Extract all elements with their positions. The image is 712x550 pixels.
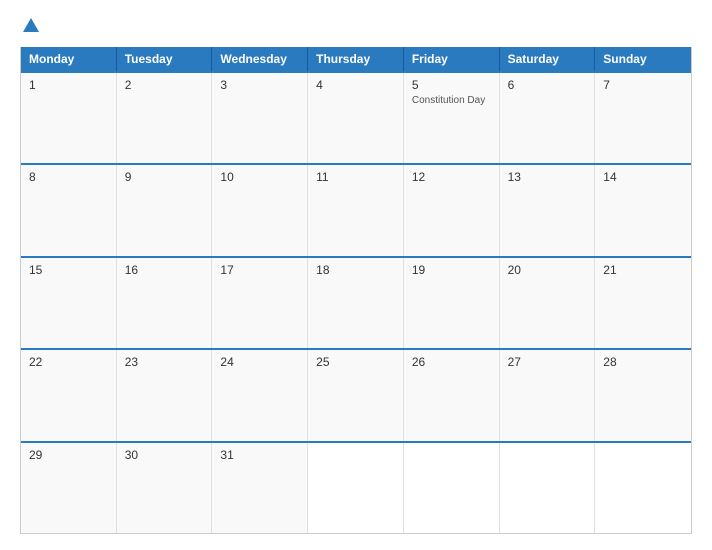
col-monday: Monday [21, 47, 117, 71]
table-row [404, 443, 500, 533]
day-number: 17 [220, 263, 299, 277]
col-wednesday: Wednesday [212, 47, 308, 71]
day-number: 2 [125, 78, 204, 92]
table-row [595, 443, 691, 533]
calendar-week-5: 29 30 31 [21, 441, 691, 533]
calendar-week-2: 8 9 10 11 12 13 14 [21, 163, 691, 255]
page-header [20, 16, 692, 39]
day-number: 27 [508, 355, 587, 369]
day-number: 11 [316, 170, 395, 184]
table-row: 24 [212, 350, 308, 440]
day-number: 15 [29, 263, 108, 277]
table-row: 5 Constitution Day [404, 73, 500, 163]
calendar-body: 12345Constitution Day6789101112131415161… [21, 71, 691, 533]
table-row: 17 [212, 258, 308, 348]
table-row: 4 [308, 73, 404, 163]
calendar-page: Monday Tuesday Wednesday Thursday Friday… [0, 0, 712, 550]
calendar-week-3: 15 16 17 18 19 20 21 [21, 256, 691, 348]
table-row: 20 [500, 258, 596, 348]
day-number: 25 [316, 355, 395, 369]
calendar-week-4: 22 23 24 25 26 27 28 [21, 348, 691, 440]
table-row: 13 [500, 165, 596, 255]
day-number: 30 [125, 448, 204, 462]
day-number: 31 [220, 448, 299, 462]
day-number: 12 [412, 170, 491, 184]
table-row: 10 [212, 165, 308, 255]
table-row [308, 443, 404, 533]
day-number: 8 [29, 170, 108, 184]
day-number: 3 [220, 78, 299, 92]
table-row: 14 [595, 165, 691, 255]
day-number: 22 [29, 355, 108, 369]
table-row: 21 [595, 258, 691, 348]
day-number: 18 [316, 263, 395, 277]
table-row: 2 [117, 73, 213, 163]
day-number: 14 [603, 170, 683, 184]
table-row: 26 [404, 350, 500, 440]
table-row: 12 [404, 165, 500, 255]
col-thursday: Thursday [308, 47, 404, 71]
col-saturday: Saturday [500, 47, 596, 71]
day-number: 7 [603, 78, 683, 92]
table-row: 31 [212, 443, 308, 533]
day-number: 28 [603, 355, 683, 369]
col-friday: Friday [404, 47, 500, 71]
col-tuesday: Tuesday [117, 47, 213, 71]
day-number: 23 [125, 355, 204, 369]
day-number: 10 [220, 170, 299, 184]
table-row: 28 [595, 350, 691, 440]
table-row: 29 [21, 443, 117, 533]
table-row: 18 [308, 258, 404, 348]
table-row: 3 [212, 73, 308, 163]
day-number: 16 [125, 263, 204, 277]
day-number: 13 [508, 170, 587, 184]
table-row: 23 [117, 350, 213, 440]
logo-triangle-icon [22, 16, 40, 34]
day-event: Constitution Day [412, 94, 491, 107]
calendar-header: Monday Tuesday Wednesday Thursday Friday… [21, 47, 691, 71]
table-row: 19 [404, 258, 500, 348]
table-row: 1 [21, 73, 117, 163]
table-row: 15 [21, 258, 117, 348]
table-row: 22 [21, 350, 117, 440]
day-number: 29 [29, 448, 108, 462]
day-number: 20 [508, 263, 587, 277]
day-number: 6 [508, 78, 587, 92]
day-number: 21 [603, 263, 683, 277]
day-number: 1 [29, 78, 108, 92]
table-row: 11 [308, 165, 404, 255]
table-row: 25 [308, 350, 404, 440]
table-row: 9 [117, 165, 213, 255]
day-number: 5 [412, 78, 491, 92]
table-row: 7 [595, 73, 691, 163]
table-row: 16 [117, 258, 213, 348]
day-number: 19 [412, 263, 491, 277]
day-number: 26 [412, 355, 491, 369]
logo [20, 16, 40, 39]
day-number: 9 [125, 170, 204, 184]
col-sunday: Sunday [595, 47, 691, 71]
calendar-week-1: 1 2 3 4 5 Constitution Day 6 7 [21, 71, 691, 163]
day-number: 24 [220, 355, 299, 369]
table-row: 27 [500, 350, 596, 440]
table-row: 8 [21, 165, 117, 255]
day-number: 4 [316, 78, 395, 92]
calendar: Monday Tuesday Wednesday Thursday Friday… [20, 47, 692, 534]
table-row: 6 [500, 73, 596, 163]
logo-content [20, 16, 40, 39]
table-row [500, 443, 596, 533]
table-row: 30 [117, 443, 213, 533]
